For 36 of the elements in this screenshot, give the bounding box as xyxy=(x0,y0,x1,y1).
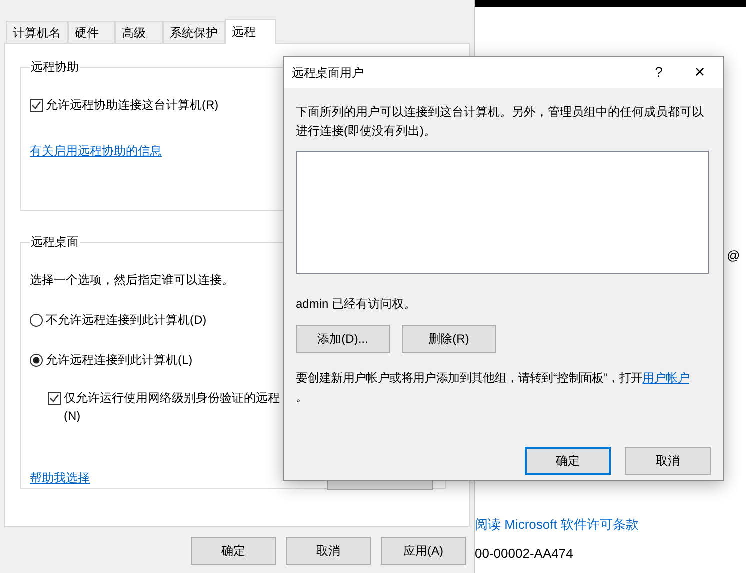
checkbox[interactable] xyxy=(48,392,61,405)
info-text: 要创建新用户帐户或将用户添加到其他组，请转到“控制面板”，打开用户帐户 。 xyxy=(296,370,691,406)
dialog-button[interactable]: 取消 xyxy=(625,447,711,475)
radio-button[interactable] xyxy=(30,314,43,326)
help-link[interactable]: 有关启用远程协助的信息 xyxy=(30,142,162,160)
dialog-button[interactable]: 确定 xyxy=(525,447,611,475)
list-button[interactable]: 删除(R) xyxy=(402,325,496,353)
radio-button[interactable] xyxy=(30,354,43,366)
help-link[interactable]: 帮助我选择 xyxy=(30,469,90,487)
dialog-button[interactable]: 确定 xyxy=(191,537,276,565)
product-id-text: 00-00002-AA474 xyxy=(475,545,574,563)
tab[interactable]: 计算机名 xyxy=(6,21,68,43)
checkbox-label: 仅允许运行使用网络级别身份验证的远程 (N) xyxy=(64,390,280,425)
checkbox[interactable] xyxy=(30,98,43,112)
tab[interactable]: 远程 xyxy=(225,19,276,44)
user-accounts-link[interactable]: 用户帐户 xyxy=(642,371,690,385)
window-title: 远程桌面用户 xyxy=(292,64,364,82)
dialog-button[interactable]: 应用(A) xyxy=(381,537,466,565)
tab[interactable]: 硬件 xyxy=(68,21,115,43)
description-text: 下面所列的用户可以连接到这台计算机。另外，管理员组中的任何成员都可以进行连接(即使没有列出)。 xyxy=(296,104,705,140)
text-fragment: @ xyxy=(727,247,740,265)
tab[interactable]: 高级 xyxy=(115,21,163,43)
help-button[interactable]: ? xyxy=(641,58,677,88)
checkbox-label: 允许远程协助连接这台计算机(R) xyxy=(46,97,219,114)
tab[interactable]: 系统保护 xyxy=(163,21,225,43)
list-button[interactable]: 添加(D)... xyxy=(296,325,390,353)
group-title: 远程协助 xyxy=(30,59,80,76)
instruction-text: 选择一个选项，然后指定谁可以连接。 xyxy=(30,272,235,289)
dialog-button[interactable]: 取消 xyxy=(286,537,371,565)
license-link[interactable]: 阅读 Microsoft 软件许可条款 xyxy=(475,515,639,534)
users-list[interactable] xyxy=(296,151,709,274)
radio-label: 不允许远程连接到此计算机(D) xyxy=(46,312,207,329)
radio-label: 允许远程连接到此计算机(L) xyxy=(46,352,193,369)
group-title: 远程桌面 xyxy=(30,234,80,251)
close-button[interactable]: × xyxy=(677,58,723,88)
access-note-text: admin 已经有访问权。 xyxy=(296,296,418,313)
